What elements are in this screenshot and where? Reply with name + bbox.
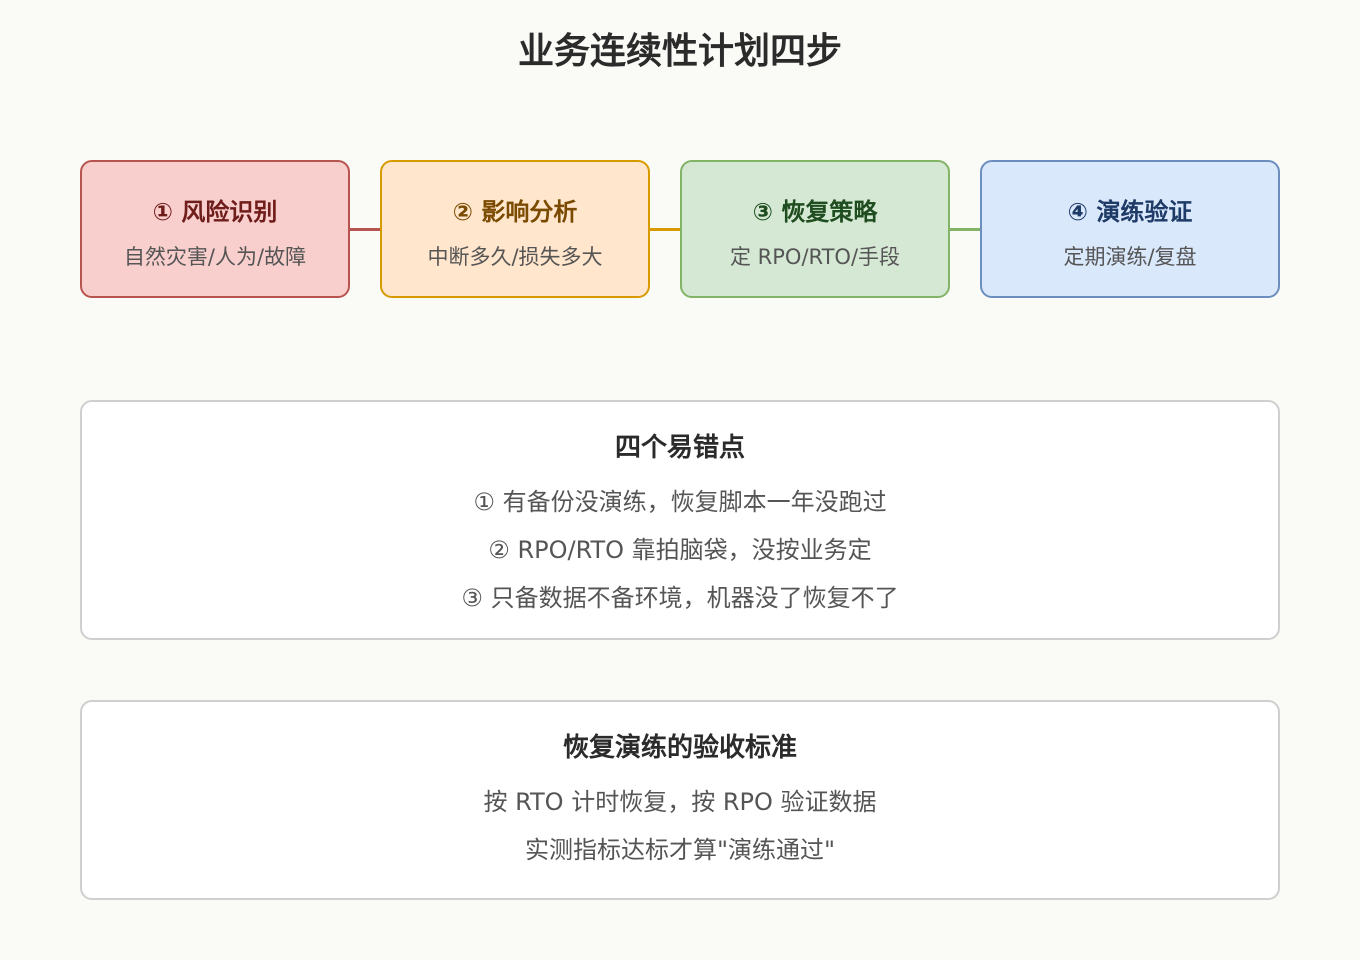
connector-step2-step3 — [650, 228, 680, 231]
step-description: 中断多久/损失多大 — [427, 245, 603, 269]
criteria-line: 按 RTO 计时恢复，按 RPO 验证数据 — [483, 788, 877, 816]
step-description: 定 RPO/RTO/手段 — [729, 245, 901, 269]
step-drill-verification: ④ 演练验证 定期演练/复盘 — [980, 160, 1280, 298]
step-impact-analysis: ② 影响分析 中断多久/损失多大 — [380, 160, 650, 298]
steps-flow: ① 风险识别 自然灾害/人为/故障 ② 影响分析 中断多久/损失多大 ③ 恢复策… — [0, 0, 1360, 320]
step-title: ② 影响分析 — [452, 198, 578, 226]
acceptance-criteria-panel: 恢复演练的验收标准 按 RTO 计时恢复，按 RPO 验证数据 实测指标达标才算… — [80, 700, 1280, 900]
step-title: ① 风险识别 — [152, 198, 278, 226]
panel-title: 恢复演练的验收标准 — [562, 733, 797, 763]
mistake-item: ③ 只备数据不备环境，机器没了恢复不了 — [461, 584, 899, 612]
mistake-item: ② RPO/RTO 靠拍脑袋，没按业务定 — [488, 536, 872, 564]
panel-title: 四个易错点 — [614, 433, 745, 463]
mistake-item: ① 有备份没演练，恢复脚本一年没跑过 — [473, 488, 887, 516]
connector-step1-step2 — [350, 228, 380, 231]
common-mistakes-panel: 四个易错点 ① 有备份没演练，恢复脚本一年没跑过 ② RPO/RTO 靠拍脑袋，… — [80, 400, 1280, 640]
step-description: 自然灾害/人为/故障 — [123, 245, 307, 269]
diagram-canvas: 业务连续性计划四步 ① 风险识别 自然灾害/人为/故障 ② 影响分析 中断多久/… — [0, 0, 1360, 960]
step-title: ③ 恢复策略 — [752, 198, 878, 226]
step-recovery-strategy: ③ 恢复策略 定 RPO/RTO/手段 — [680, 160, 950, 298]
step-title: ④ 演练验证 — [1067, 198, 1193, 226]
connector-step3-step4 — [950, 228, 980, 231]
criteria-line: 实测指标达标才算"演练通过" — [524, 836, 836, 864]
step-risk-identification: ① 风险识别 自然灾害/人为/故障 — [80, 160, 350, 298]
step-description: 定期演练/复盘 — [1063, 245, 1197, 269]
